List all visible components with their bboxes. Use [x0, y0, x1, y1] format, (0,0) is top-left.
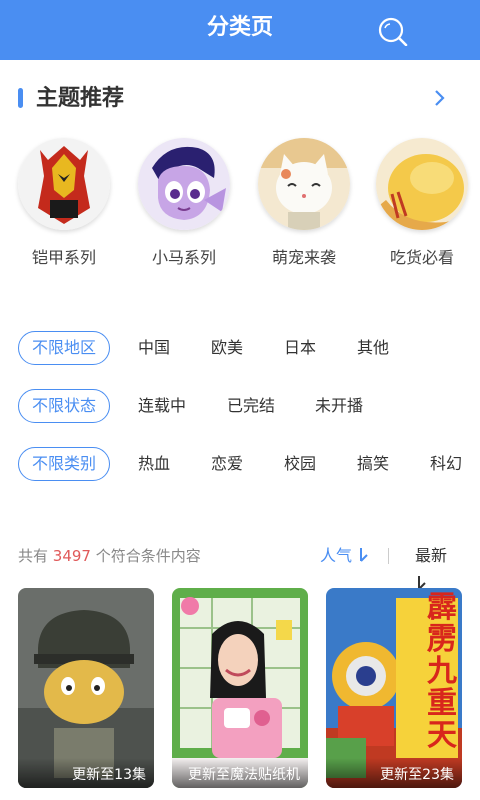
theme-image-food	[376, 138, 468, 230]
filter-option[interactable]: 未开播	[315, 389, 363, 423]
filter-option[interactable]: 科幻	[430, 447, 462, 481]
card-caption: 更新至魔法贴纸机	[188, 767, 300, 783]
content-card[interactable]: 更新至13集	[18, 588, 154, 788]
content-card[interactable]: 更新至魔法贴纸机	[172, 588, 308, 788]
filter-option[interactable]: 中国	[138, 331, 170, 365]
theme-item-pets[interactable]: 萌宠来袭	[258, 138, 350, 268]
filter-option[interactable]: 日本	[284, 331, 316, 365]
card-caption: 更新至23集	[380, 767, 454, 783]
filter-option[interactable]: 搞笑	[357, 447, 389, 481]
filter-option[interactable]: 欧美	[211, 331, 243, 365]
theme-section-title: 主题推荐	[36, 86, 125, 111]
sort-label: 人气	[320, 546, 353, 565]
sort-divider	[388, 548, 389, 564]
filter-row-status: 不限状态 连载中 已完结 未开播	[18, 389, 480, 425]
theme-label: 吃货必看	[389, 248, 454, 267]
filter-row-category: 不限类别 热血 恋爱 校园 搞笑 科幻	[18, 447, 480, 483]
filter-option[interactable]: 热血	[138, 447, 170, 481]
filter-option[interactable]: 已完结	[227, 389, 275, 423]
results-suffix: 个符合条件内容	[95, 547, 201, 565]
section-accent-bar	[18, 88, 23, 108]
filter-row-region: 不限地区 中国 欧美 日本 其他	[18, 331, 480, 367]
content-grid: 更新至13集 更新至魔法贴纸机 霹雳九重天 更新至23集	[0, 588, 480, 800]
page-title: 分类页	[206, 15, 273, 40]
sort-arrow-down-icon	[360, 548, 368, 562]
theme-item-pony[interactable]: 小马系列	[138, 138, 230, 268]
sort-label: 最新	[415, 546, 448, 565]
card-title-art: 霹雳九重天	[427, 590, 457, 753]
theme-label: 小马系列	[151, 248, 216, 267]
theme-image-pets	[258, 138, 350, 230]
filter-chip-region-all[interactable]: 不限地区	[18, 331, 110, 365]
theme-item-food[interactable]: 吃货必看	[376, 138, 468, 268]
filter-chip-status-all[interactable]: 不限状态	[18, 389, 110, 423]
sort-by-popularity-button[interactable]: 人气	[320, 542, 369, 570]
chevron-right-icon[interactable]	[432, 88, 448, 108]
theme-section-header: 主题推荐	[18, 84, 462, 114]
card-caption: 更新至13集	[72, 767, 146, 783]
results-count-row: 共有 3497 个符合条件内容 人气 最新	[18, 542, 462, 590]
theme-list: 铠甲系列 小马系列 萌宠来袭 吃货必看	[0, 138, 480, 278]
card-caption-overlay: 更新至13集	[18, 758, 154, 788]
filter-option[interactable]: 校园	[284, 447, 316, 481]
filter-chip-category-all[interactable]: 不限类别	[18, 447, 110, 481]
filter-option[interactable]: 连载中	[138, 389, 186, 423]
content-card[interactable]: 霹雳九重天 更新至23集	[326, 588, 462, 788]
filter-option[interactable]: 其他	[357, 331, 389, 365]
theme-image-pony	[138, 138, 230, 230]
top-bar: 分类页	[0, 0, 480, 60]
card-caption-overlay: 更新至魔法贴纸机	[172, 758, 308, 788]
search-icon[interactable]	[378, 16, 408, 46]
card-caption-overlay: 更新至23集	[326, 758, 462, 788]
theme-label: 铠甲系列	[31, 248, 96, 267]
theme-image-armor	[18, 138, 110, 230]
theme-item-armor[interactable]: 铠甲系列	[18, 138, 110, 268]
results-count: 3497	[52, 547, 91, 565]
results-prefix: 共有	[18, 547, 49, 565]
filter-option[interactable]: 恋爱	[211, 447, 243, 481]
theme-label: 萌宠来袭	[271, 248, 336, 267]
